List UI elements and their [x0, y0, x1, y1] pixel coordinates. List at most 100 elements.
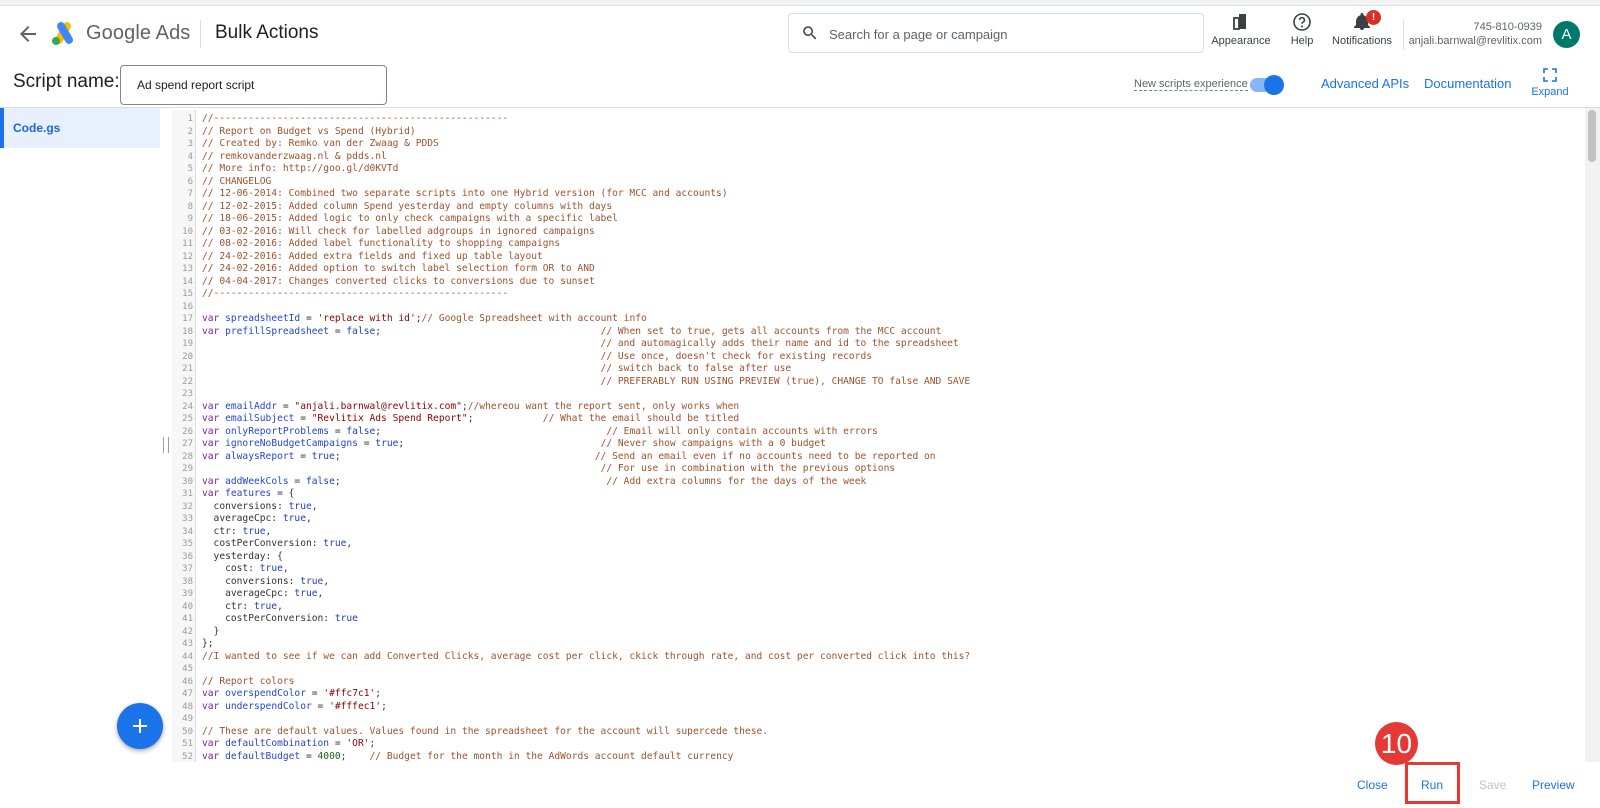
code-line[interactable]: 9 // 18-06-2015: Added logic to only chec…: [172, 213, 618, 226]
code-line[interactable]: 29 // For use in combination with the pr…: [172, 463, 895, 476]
code-line[interactable]: 25 var emailSubject = "Revlitix Ads Spend…: [172, 413, 739, 426]
search-box[interactable]: [788, 13, 1204, 53]
code-line[interactable]: 47 var overspendColor = '#ffc7c1';: [172, 688, 381, 701]
code-line[interactable]: 35 costPerConversion: true,: [172, 538, 352, 551]
code-line[interactable]: 11 // 08-02-2016: Added label functionali…: [172, 238, 560, 251]
scroll-thumb[interactable]: [1588, 110, 1596, 162]
code-line[interactable]: 39 averageCpc: true,: [172, 588, 323, 601]
avatar[interactable]: A: [1553, 21, 1580, 48]
code-line[interactable]: 3 // Created by: Remko van der Zwaag & PD…: [172, 138, 439, 151]
line-number: 43: [182, 639, 193, 649]
line-number: 31: [182, 489, 193, 499]
code-line[interactable]: 12 // 24-02-2016: Added extra fields and …: [172, 251, 543, 264]
documentation-link[interactable]: Documentation: [1424, 76, 1511, 91]
back-arrow-icon[interactable]: [16, 22, 40, 46]
code-line[interactable]: 21 // switch back to false after use: [172, 363, 791, 376]
script-name-input[interactable]: [120, 65, 387, 105]
account-info[interactable]: 745-810-0939 anjali.barnwal@revlitix.com: [1409, 20, 1542, 48]
code-line[interactable]: 30 var addWeekCols = false; // Add extra …: [172, 476, 866, 489]
code-line[interactable]: 38 conversions: true,: [172, 576, 329, 589]
code-line[interactable]: 34 ctr: true,: [172, 526, 271, 539]
code-line[interactable]: 28 var alwaysReport = true; // Send an em…: [172, 451, 935, 464]
code-line[interactable]: 4 // remkovanderzwaag.nl & pdds.nl: [172, 151, 387, 164]
code-text: conversions: true,: [202, 575, 330, 587]
code-text: var defaultCombination = 'OR';: [202, 738, 376, 749]
code-text: ctr: true,: [202, 525, 272, 537]
code-line[interactable]: 49: [172, 713, 196, 726]
script-name-label: Script name:: [13, 71, 120, 92]
close-button[interactable]: Close: [1357, 778, 1388, 792]
code-line[interactable]: 50 // These are default values. Values fo…: [172, 726, 768, 739]
code-line[interactable]: 51 var defaultCombination = 'OR';: [172, 738, 375, 751]
editor-scrollbar[interactable]: [1585, 108, 1600, 762]
appearance-button[interactable]: Appearance: [1209, 12, 1273, 58]
account-email: anjali.barnwal@revlitix.com: [1408, 35, 1542, 47]
code-line[interactable]: 19 // and automagically adds their name …: [172, 338, 959, 351]
code-line[interactable]: 31 var features = {: [172, 488, 294, 501]
code-line[interactable]: 7 // 12-06-2014: Combined two separate sc…: [172, 188, 728, 201]
code-line[interactable]: 5 // More info: http://goo.gl/d0KVTd: [172, 163, 399, 176]
code-line[interactable]: 48 var underspendColor = '#fffec1';: [172, 701, 387, 714]
line-number: 8: [187, 201, 193, 212]
run-highlight-box: [1405, 762, 1460, 804]
code-line[interactable]: 52 var defaultBudget = 4000; // Budget fo…: [172, 751, 733, 763]
line-number: 47: [182, 689, 193, 699]
code-line[interactable]: 14 // 04-04-2017: Changes converted click…: [172, 276, 595, 289]
code-text: var ignoreNoBudgetCampaigns = true; // N…: [202, 438, 826, 449]
line-number: 3: [187, 139, 193, 149]
code-line[interactable]: 36 yesterday: {: [172, 551, 283, 564]
code-line[interactable]: 32 conversions: true,: [172, 501, 317, 514]
code-text: var prefillSpreadsheet = false; // When …: [202, 325, 942, 337]
preview-button[interactable]: Preview: [1532, 778, 1575, 792]
code-line[interactable]: 44 //I wanted to see if we can add Conver…: [172, 651, 970, 664]
line-number: 51: [182, 739, 193, 749]
code-text: }: [202, 625, 220, 637]
code-line[interactable]: 20 // Use once, doesn't check for existi…: [172, 351, 872, 364]
code-line[interactable]: 8 // 12-02-2015: Added column Spend yeste…: [172, 201, 613, 214]
code-line[interactable]: 23: [172, 388, 196, 401]
code-line[interactable]: 6 // CHANGELOG: [172, 176, 272, 189]
code-line[interactable]: 26 var onlyReportProblems = false; // Ema…: [172, 426, 878, 439]
file-item-code-gs[interactable]: Code.gs: [0, 108, 160, 148]
advanced-apis-link[interactable]: Advanced APIs: [1321, 76, 1409, 91]
new-scripts-toggle[interactable]: [1250, 75, 1284, 95]
code-line[interactable]: 42 }: [172, 626, 219, 639]
code-line[interactable]: 33 averageCpc: true,: [172, 513, 312, 526]
help-button[interactable]: Help: [1285, 12, 1319, 58]
code-text: var emailSubject = "Revlitix Ads Spend R…: [202, 413, 740, 424]
resize-handle[interactable]: [163, 437, 169, 453]
code-line[interactable]: 41 costPerConversion: true: [172, 613, 358, 626]
google-ads-logo-icon: [50, 20, 78, 46]
code-line[interactable]: 46 // Report colors: [172, 676, 294, 689]
code-line[interactable]: 17 var spreadsheetId = 'replace with id';…: [172, 313, 647, 326]
code-line[interactable]: 2 // Report on Budget vs Spend (Hybrid): [172, 126, 416, 139]
line-number: 37: [182, 564, 193, 574]
code-line[interactable]: 1 //-------------------------------------…: [172, 113, 509, 126]
code-text: // remkovanderzwaag.nl & pdds.nl: [202, 150, 387, 162]
code-line[interactable]: 16: [172, 301, 196, 314]
code-line[interactable]: 37 cost: true,: [172, 563, 289, 576]
search-input[interactable]: [829, 23, 1189, 45]
expand-button[interactable]: Expand: [1530, 66, 1570, 98]
code-line[interactable]: 43};: [172, 638, 213, 651]
code-line[interactable]: 15 //------------------------------------…: [172, 288, 508, 301]
code-line[interactable]: 45: [172, 663, 196, 676]
code-text: // Report colors: [202, 675, 295, 687]
code-line[interactable]: 40 ctr: true,: [172, 601, 283, 614]
code-line[interactable]: 22 // PREFERABLY RUN USING PREVIEW (true…: [172, 376, 970, 389]
code-text: // Use once, doesn't check for existing …: [600, 350, 873, 362]
code-line[interactable]: 27 var ignoreNoBudgetCampaigns = true; //…: [172, 438, 826, 451]
code-line[interactable]: 10 // 03-02-2016: Will check for labelled…: [172, 226, 595, 239]
code-line[interactable]: 13 // 24-02-2016: Added option to switch …: [172, 263, 595, 276]
notifications-button[interactable]: ! Notifications: [1330, 10, 1394, 58]
code-editor[interactable]: 1 //-------------------------------------…: [172, 110, 1585, 762]
code-text: var onlyReportProblems = false; // Email…: [202, 425, 878, 437]
save-button[interactable]: Save: [1479, 778, 1506, 792]
line-number: 26: [182, 426, 193, 437]
add-file-button[interactable]: [117, 703, 163, 749]
code-line[interactable]: 18 var prefillSpreadsheet = false; // Whe…: [172, 326, 941, 339]
code-text: // For use in combination with the previ…: [600, 463, 896, 474]
code-text: //--------------------------------------…: [202, 113, 509, 124]
step-number-badge: 10: [1375, 722, 1418, 765]
code-line[interactable]: 24 var emailAddr = "anjali.barnwal@revlit…: [172, 401, 739, 414]
